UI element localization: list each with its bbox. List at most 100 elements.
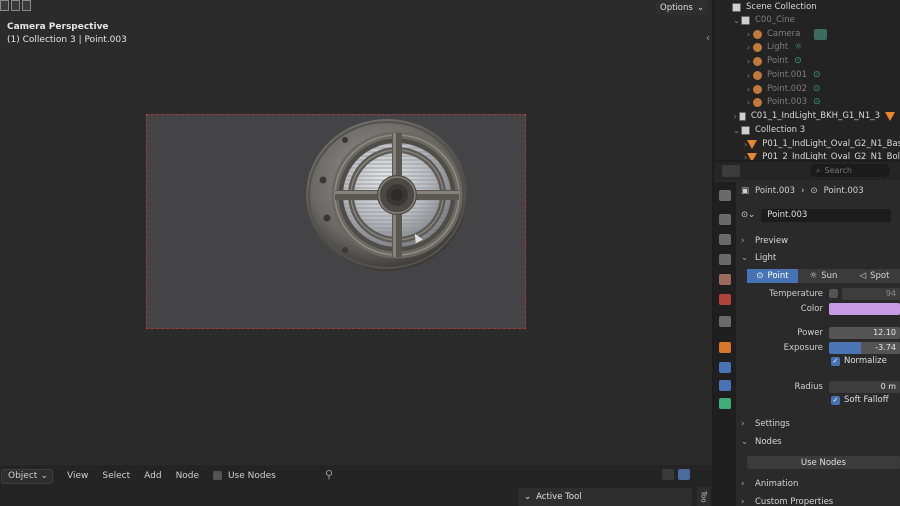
- world-tab-icon[interactable]: [719, 294, 731, 305]
- panel-nodes[interactable]: ⌄ Nodes: [741, 435, 900, 449]
- normalize-toggle[interactable]: ✓ Normalize: [831, 356, 900, 366]
- menu-view[interactable]: View: [67, 471, 88, 481]
- outliner-item[interactable]: ⌄ Collection 3: [714, 123, 900, 137]
- point-light-icon: ⊙: [810, 186, 818, 196]
- outliner-item[interactable]: › Point.002 ⊙: [714, 82, 900, 96]
- chevron-down-icon[interactable]: ⌄: [732, 16, 741, 25]
- point-light-icon[interactable]: ⊙⌄: [741, 210, 755, 220]
- temperature-checkbox[interactable]: [829, 289, 838, 298]
- camera-data-icon[interactable]: [814, 28, 828, 40]
- collection-tab-icon[interactable]: [719, 316, 731, 327]
- object-tab-icon[interactable]: [719, 342, 731, 353]
- chevron-right-icon[interactable]: ›: [744, 30, 753, 39]
- view-layer-tab-icon[interactable]: [719, 254, 731, 265]
- snap-icon[interactable]: [662, 469, 674, 480]
- properties-search[interactable]: ⌕ Search: [810, 164, 890, 177]
- active-tool-panel[interactable]: ⌄ Active Tool: [518, 488, 692, 506]
- outliner-item[interactable]: › P01_1_IndLight_Oval_G2_N1_Base: [714, 137, 900, 151]
- outliner-item[interactable]: ⌄ C00_Cine: [714, 13, 900, 27]
- datablock-name-field[interactable]: Point.003: [761, 208, 892, 222]
- power-value: 12.10: [873, 328, 896, 337]
- outliner-item[interactable]: › C01_1_IndLight_BKH_G1_N1_3: [714, 109, 900, 123]
- overlay-icon[interactable]: [678, 469, 690, 480]
- point-light-icon[interactable]: ⊙: [813, 84, 821, 94]
- sun-light-icon[interactable]: ☼: [794, 42, 802, 52]
- outliner-item-label: Point.002: [767, 84, 808, 94]
- power-field[interactable]: 12.10: [829, 326, 900, 339]
- object-mode-label: Object: [8, 471, 38, 481]
- outliner-item[interactable]: › Point.001 ⊙: [714, 68, 900, 82]
- chevron-right-icon[interactable]: ›: [744, 57, 753, 66]
- render-tab-icon[interactable]: [719, 214, 731, 225]
- select-subtract-icon[interactable]: [22, 0, 31, 11]
- tool-sidebar-tab[interactable]: Too: [697, 487, 710, 506]
- outliner-item[interactable]: › Point.003 ⊙: [714, 95, 900, 109]
- chevron-right-icon[interactable]: ›: [744, 85, 753, 94]
- light-type-label: Point: [767, 271, 789, 281]
- soft-falloff-toggle[interactable]: ✓ Soft Falloff: [831, 395, 900, 405]
- light-object-icon: [753, 84, 762, 94]
- object-icon: ▣: [741, 186, 750, 196]
- light-type-spot[interactable]: ◁ Spot: [849, 269, 900, 283]
- color-swatch[interactable]: [829, 302, 900, 315]
- editor-type-icon[interactable]: [722, 165, 740, 177]
- sidebar-toggle-icon[interactable]: ‹: [706, 33, 710, 44]
- constraints-tab-icon[interactable]: [719, 380, 731, 391]
- outliner-item-label: Point.003: [767, 97, 808, 107]
- menu-add[interactable]: Add: [144, 471, 161, 481]
- chevron-right-icon[interactable]: ›: [744, 98, 753, 107]
- light-datablock-selector[interactable]: ⊙⌄ Point.003: [741, 208, 900, 222]
- select-extend-icon[interactable]: [11, 0, 20, 11]
- panel-settings[interactable]: › Settings: [741, 417, 900, 431]
- point-light-icon[interactable]: ⊙: [794, 56, 802, 66]
- panel-light[interactable]: ⌄ Light: [741, 251, 900, 265]
- output-tab-icon[interactable]: [719, 234, 731, 245]
- properties-editor[interactable]: ⌕ Search ▣ Point.003 › ⊙ Point.003 ⊙⌄ Po…: [714, 162, 900, 506]
- exposure-slider[interactable]: -3.74: [829, 341, 900, 354]
- 3d-viewport[interactable]: Options ⌄ Camera Perspective (1) Collect…: [0, 0, 712, 465]
- menu-select[interactable]: Select: [102, 471, 130, 481]
- panel-preview[interactable]: › Preview: [741, 234, 900, 248]
- physics-tab-icon[interactable]: [719, 362, 731, 373]
- panel-custom-properties[interactable]: › Custom Properties: [741, 495, 900, 506]
- light-type-sun[interactable]: ☼ Sun: [798, 269, 849, 283]
- pin-icon[interactable]: ⚲: [325, 468, 333, 481]
- check-icon[interactable]: ✓: [831, 356, 840, 366]
- chevron-right-icon[interactable]: ›: [732, 112, 739, 121]
- search-placeholder: Search: [824, 166, 852, 175]
- chevron-right-icon[interactable]: ›: [744, 71, 753, 80]
- outliner-item[interactable]: › P01_2_IndLight_Oval_G2_N1_Bolts: [714, 150, 900, 160]
- chevron-down-icon: ⌄: [524, 492, 532, 502]
- panel-animation[interactable]: › Animation: [741, 477, 900, 491]
- tool-tab-icon[interactable]: [719, 190, 731, 201]
- viewport-header-icons[interactable]: [0, 0, 31, 14]
- chevron-down-icon: ⌄: [40, 471, 48, 481]
- use-nodes-checkbox[interactable]: [213, 471, 223, 480]
- outliner-item[interactable]: › Camera: [714, 27, 900, 41]
- object-mode-select[interactable]: Object ⌄: [1, 468, 53, 484]
- chevron-down-icon: ⌄: [696, 2, 704, 13]
- outliner-scene-collection[interactable]: Scene Collection: [714, 0, 900, 14]
- use-nodes-button[interactable]: Use Nodes: [747, 456, 900, 469]
- select-box-icon[interactable]: [0, 0, 9, 11]
- check-icon[interactable]: ✓: [831, 395, 840, 405]
- options-dropdown[interactable]: Options ⌄: [656, 0, 708, 15]
- chevron-down-icon[interactable]: ⌄: [732, 126, 741, 135]
- mesh-icon: [885, 111, 895, 121]
- radius-field[interactable]: 0 m: [829, 380, 900, 393]
- outliner[interactable]: Scene Collection ⌄ C00_Cine › Camera › L…: [714, 0, 900, 160]
- chevron-right-icon[interactable]: ›: [744, 43, 753, 52]
- outliner-item[interactable]: › Point ⊙: [714, 54, 900, 68]
- point-light-icon[interactable]: ⊙: [813, 97, 821, 107]
- outliner-item[interactable]: › Light ☼: [714, 40, 900, 54]
- scene-tab-icon[interactable]: [719, 274, 731, 285]
- light-type-point[interactable]: ⊙ Point: [747, 269, 798, 283]
- menu-node[interactable]: Node: [176, 471, 200, 481]
- use-nodes-toggle[interactable]: Use Nodes: [213, 471, 276, 481]
- light-object-icon: [753, 97, 762, 107]
- temperature-field[interactable]: 94: [842, 287, 900, 300]
- node-editor-overlay-icons[interactable]: [662, 469, 690, 480]
- light-data-tab-icon[interactable]: [719, 398, 731, 409]
- point-light-icon[interactable]: ⊙: [813, 70, 821, 80]
- exposure-label: Exposure: [783, 342, 823, 353]
